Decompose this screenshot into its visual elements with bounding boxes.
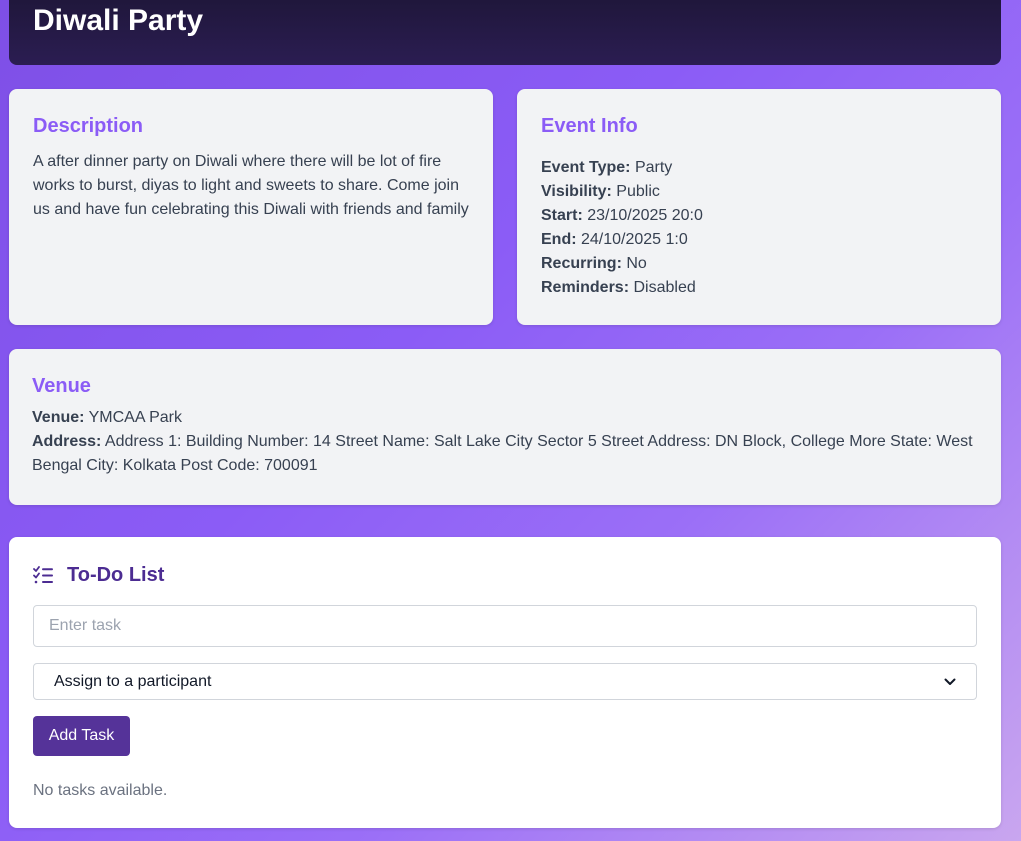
event-info-end: End: 24/10/2025 1:0 [541, 228, 977, 252]
todo-heading: To-Do List [67, 563, 165, 586]
event-info-label: Start: [541, 207, 583, 224]
event-info-label: Recurring: [541, 255, 622, 272]
page-title: Diwali Party [33, 4, 204, 37]
venue-value: YMCAA Park [88, 409, 182, 426]
event-info-value: No [626, 255, 647, 272]
description-card: Description A after dinner party on Diwa… [9, 89, 493, 325]
address-label: Address: [32, 433, 102, 450]
event-info-label: Visibility: [541, 183, 612, 200]
event-info-value: Public [616, 183, 660, 200]
description-text: A after dinner party on Diwali where the… [33, 153, 469, 218]
event-info-label: End: [541, 231, 577, 248]
event-info-heading: Event Info [541, 115, 638, 137]
event-info-label: Event Type: [541, 159, 631, 176]
event-info-value: 24/10/2025 1:0 [581, 231, 688, 248]
page-header: Diwali Party [9, 0, 1001, 65]
todo-header: To-Do List [33, 561, 977, 589]
assign-selected-value: Assign to a participant [54, 672, 212, 690]
event-info-value: Party [634, 159, 673, 176]
event-info-value: Disabled [633, 279, 696, 296]
venue-label: Venue: [32, 409, 85, 426]
assign-participant-select[interactable]: Assign to a participant [33, 663, 977, 700]
event-info-visibility: Visibility: Public [541, 180, 977, 204]
todo-card: To-Do List Assign to a participant Add T… [9, 537, 1001, 828]
add-task-button[interactable]: Add Task [33, 716, 130, 756]
event-info-card: Event Info Event Type: Party Visibility:… [517, 89, 1001, 325]
venue-heading: Venue [32, 375, 91, 397]
event-info-recurring: Recurring: No [541, 252, 977, 276]
venue-name-row: Venue: YMCAA Park [32, 406, 978, 430]
list-check-icon [33, 566, 53, 584]
address-value: Address 1: Building Number: 14 Street Na… [32, 433, 973, 474]
event-info-label: Reminders: [541, 279, 630, 296]
event-info-type: Event Type: Party [541, 156, 977, 180]
task-input[interactable] [33, 605, 977, 647]
venue-address-row: Address: Address 1: Building Number: 14 … [32, 430, 978, 478]
event-info-value: 23/10/2025 20:0 [587, 207, 703, 224]
event-info-list: Event Type: Party Visibility: Public Sta… [541, 156, 977, 300]
description-heading: Description [33, 115, 144, 137]
empty-tasks-message: No tasks available. [33, 782, 168, 799]
event-info-start: Start: 23/10/2025 20:0 [541, 204, 977, 228]
event-info-reminders: Reminders: Disabled [541, 276, 977, 300]
venue-card: Venue Venue: YMCAA Park Address: Address… [9, 349, 1001, 505]
chevron-down-icon [944, 678, 956, 685]
